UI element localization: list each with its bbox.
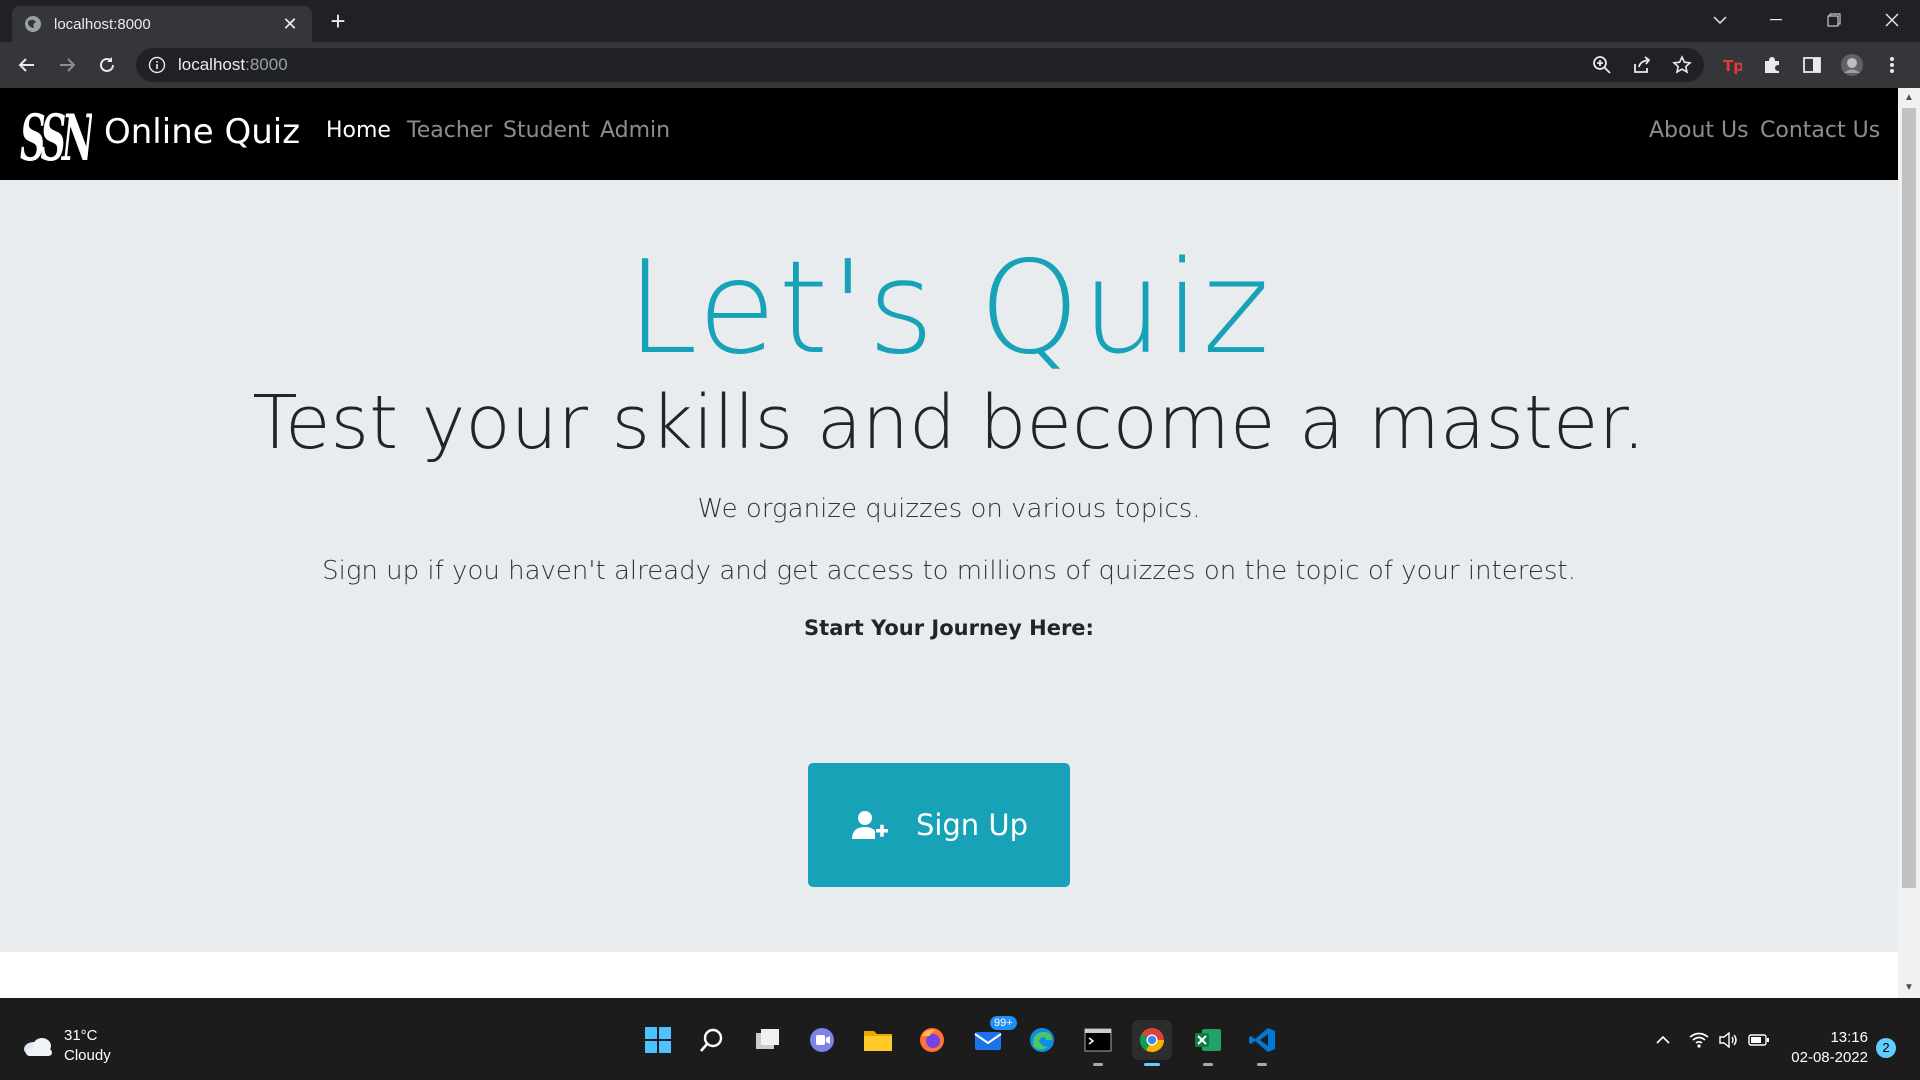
notification-count-badge[interactable]: 2 <box>1876 1038 1896 1058</box>
browser-toolbar: localhost:8000 Tp <box>0 42 1920 88</box>
running-indicator <box>1257 1063 1267 1066</box>
terminal-icon <box>1084 1028 1112 1052</box>
restore-icon[interactable] <box>1806 0 1862 40</box>
back-icon[interactable] <box>13 51 41 79</box>
scroll-down-arrow-icon[interactable]: ▼ <box>1903 982 1915 994</box>
chrome-icon <box>1139 1028 1164 1053</box>
hero-subtitle: Test your skills and become a master. <box>252 380 1646 466</box>
reload-icon[interactable] <box>93 51 121 79</box>
teams-chat-button[interactable] <box>802 1020 842 1060</box>
edge-icon <box>1030 1028 1054 1052</box>
extension-tp-icon[interactable]: Tp <box>1720 53 1744 77</box>
file-explorer-button[interactable] <box>858 1020 898 1060</box>
vscode-icon <box>1249 1028 1275 1052</box>
hero-jumbotron: Let's Quiz Test your skills and become a… <box>0 180 1898 952</box>
chrome-button[interactable] <box>1132 1020 1172 1066</box>
start-button[interactable] <box>638 1020 678 1060</box>
scrollbar-thumb[interactable] <box>1902 108 1916 888</box>
clock-date: 02-08-2022 <box>1791 1049 1868 1066</box>
nav-admin[interactable]: Admin <box>600 118 670 143</box>
minimize-icon[interactable] <box>1748 0 1804 40</box>
journey-heading: Start Your Journey Here: <box>804 616 1094 640</box>
site-navbar: SSN Online Quiz Home Teacher Student Adm… <box>0 88 1898 180</box>
weather-widget[interactable]: 31°C Cloudy <box>22 1026 111 1066</box>
hero-signup-prompt: Sign up if you haven't already and get a… <box>322 556 1576 586</box>
firefox-button[interactable] <box>912 1020 952 1060</box>
weather-temperature: 31°C <box>64 1027 98 1044</box>
site-brand[interactable]: Online Quiz <box>104 112 300 152</box>
globe-icon <box>25 16 41 32</box>
hero-description: We organize quizzes on various topics. <box>697 494 1201 524</box>
address-bar[interactable]: localhost:8000 <box>136 48 1704 82</box>
tray-overflow-icon[interactable] <box>1652 1030 1674 1050</box>
cloud-icon <box>24 1038 52 1056</box>
excel-icon <box>1195 1029 1221 1051</box>
running-indicator <box>1203 1063 1213 1066</box>
volume-icon[interactable] <box>1718 1030 1740 1050</box>
active-indicator <box>1144 1063 1160 1066</box>
folder-icon <box>864 1031 892 1051</box>
svg-text:SSN: SSN <box>20 101 92 170</box>
hero-title: Let's Quiz <box>626 234 1272 383</box>
page-scrollbar[interactable]: ▲ ▼ <box>1898 88 1920 998</box>
browser-tab-strip: localhost:8000 ✕ + <box>0 0 1920 42</box>
system-clock[interactable]: 13:16 02-08-2022 <box>1780 1028 1868 1068</box>
profile-avatar[interactable] <box>1840 53 1864 77</box>
battery-icon[interactable] <box>1748 1030 1770 1050</box>
mail-icon <box>974 1032 1002 1050</box>
mail-button[interactable]: 99+ <box>968 1016 1017 1060</box>
side-panel-icon[interactable] <box>1800 53 1824 77</box>
site-info-icon[interactable] <box>148 56 166 74</box>
svg-text:Tp: Tp <box>1723 57 1742 75</box>
sign-up-label: Sign Up <box>915 808 1029 842</box>
search-icon <box>700 1028 723 1052</box>
page-viewport: SSN Online Quiz Home Teacher Student Adm… <box>0 88 1898 998</box>
nav-contact-us[interactable]: Contact Us <box>1760 118 1880 143</box>
close-window-icon[interactable] <box>1864 0 1920 40</box>
nav-home[interactable]: Home <box>326 118 391 143</box>
user-plus-icon <box>851 811 888 839</box>
nav-teacher[interactable]: Teacher <box>407 118 492 143</box>
running-indicator <box>1093 1063 1103 1066</box>
windows-logo-icon <box>645 1027 671 1053</box>
nav-student[interactable]: Student <box>503 118 590 143</box>
vscode-button[interactable] <box>1242 1020 1282 1066</box>
browser-tab[interactable]: localhost:8000 ✕ <box>12 6 312 42</box>
scroll-up-arrow-icon[interactable]: ▲ <box>1903 92 1915 104</box>
mail-unread-badge: 99+ <box>990 1016 1017 1030</box>
forward-icon[interactable] <box>53 51 81 79</box>
excel-button[interactable] <box>1188 1020 1228 1066</box>
share-icon[interactable] <box>1630 53 1654 77</box>
zoom-icon[interactable] <box>1590 53 1614 77</box>
chrome-menu-icon[interactable] <box>1880 53 1904 77</box>
sign-up-button[interactable]: Sign Up <box>808 763 1070 887</box>
url-text: localhost:8000 <box>178 55 288 74</box>
edge-button[interactable] <box>1022 1020 1062 1060</box>
windows-taskbar: 31°C Cloudy 99+ 13:16 02-08-2022 2 <box>0 998 1920 1080</box>
weather-condition: Cloudy <box>64 1047 111 1064</box>
task-view-button[interactable] <box>748 1020 788 1060</box>
tab-close-icon[interactable]: ✕ <box>280 14 300 35</box>
clock-time: 13:16 <box>1830 1029 1868 1046</box>
tab-search-icon[interactable] <box>1692 0 1748 40</box>
firefox-icon <box>920 1028 944 1052</box>
chat-icon <box>810 1028 834 1052</box>
extensions-puzzle-icon[interactable] <box>1760 53 1784 77</box>
ssn-logo[interactable]: SSN <box>20 98 92 170</box>
tab-title: localhost:8000 <box>54 15 151 33</box>
search-button[interactable] <box>692 1020 732 1060</box>
new-tab-button[interactable]: + <box>326 8 350 34</box>
wifi-icon[interactable] <box>1688 1030 1710 1050</box>
bookmark-star-icon[interactable] <box>1670 53 1694 77</box>
terminal-button[interactable] <box>1078 1020 1118 1066</box>
nav-about-us[interactable]: About Us <box>1649 118 1749 143</box>
task-view-icon <box>756 1029 779 1049</box>
